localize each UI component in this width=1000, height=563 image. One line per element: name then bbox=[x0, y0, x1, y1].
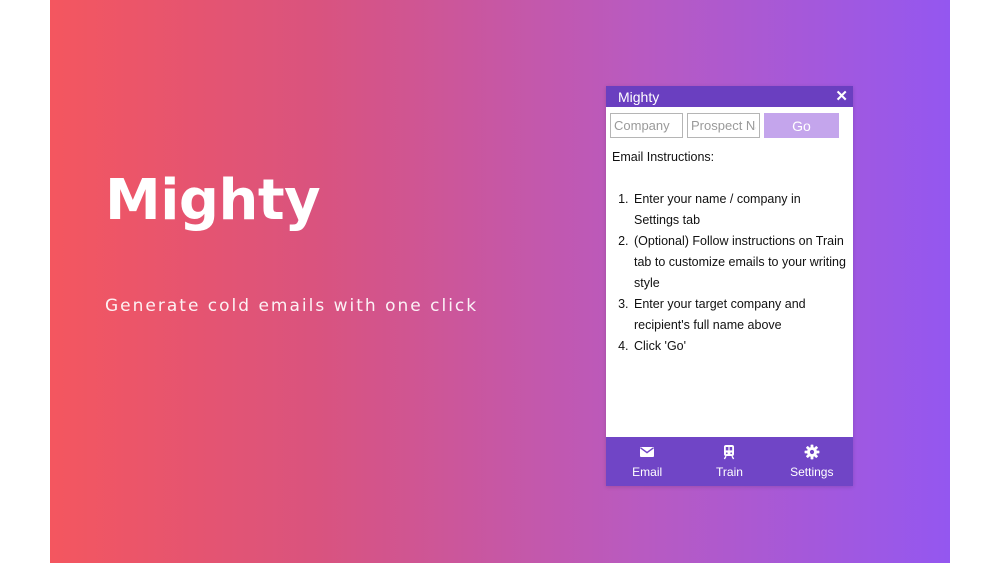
hero-banner: Mighty Generate cold emails with one cli… bbox=[50, 0, 950, 563]
instruction-step: Enter your target company and recipient'… bbox=[632, 294, 849, 336]
tab-email[interactable]: Email bbox=[612, 444, 682, 479]
envelope-icon bbox=[640, 447, 655, 457]
tab-settings-label: Settings bbox=[790, 465, 834, 479]
hero-title: Mighty bbox=[105, 168, 321, 233]
tab-settings[interactable]: Settings bbox=[777, 444, 847, 479]
input-row: Go bbox=[606, 107, 853, 138]
train-icon bbox=[724, 445, 735, 460]
instruction-step: Enter your name / company in Settings ta… bbox=[632, 189, 849, 231]
tab-train-label: Train bbox=[716, 465, 743, 479]
email-instructions: Email Instructions: Enter your name / co… bbox=[606, 138, 853, 357]
company-input[interactable] bbox=[610, 113, 683, 138]
gear-icon bbox=[804, 444, 820, 460]
go-button[interactable]: Go bbox=[764, 113, 839, 138]
popup-title: Mighty bbox=[618, 88, 660, 105]
hero-subtitle: Generate cold emails with one click bbox=[105, 296, 479, 316]
popup-header: Mighty ✕ bbox=[606, 86, 853, 107]
instructions-list: Enter your name / company in Settings ta… bbox=[612, 189, 849, 357]
tab-train[interactable]: Train bbox=[694, 444, 764, 479]
bottom-nav: Email Train Settings bbox=[606, 437, 853, 486]
instruction-step: (Optional) Follow instructions on Train … bbox=[632, 231, 849, 294]
prospect-name-input[interactable] bbox=[687, 113, 760, 138]
tab-email-label: Email bbox=[632, 465, 663, 479]
instruction-step: Click 'Go' bbox=[632, 336, 849, 357]
extension-popup: Mighty ✕ Go Email Instructions: Enter yo… bbox=[606, 86, 853, 486]
instructions-heading: Email Instructions: bbox=[612, 150, 715, 164]
close-icon[interactable]: ✕ bbox=[835, 89, 848, 104]
